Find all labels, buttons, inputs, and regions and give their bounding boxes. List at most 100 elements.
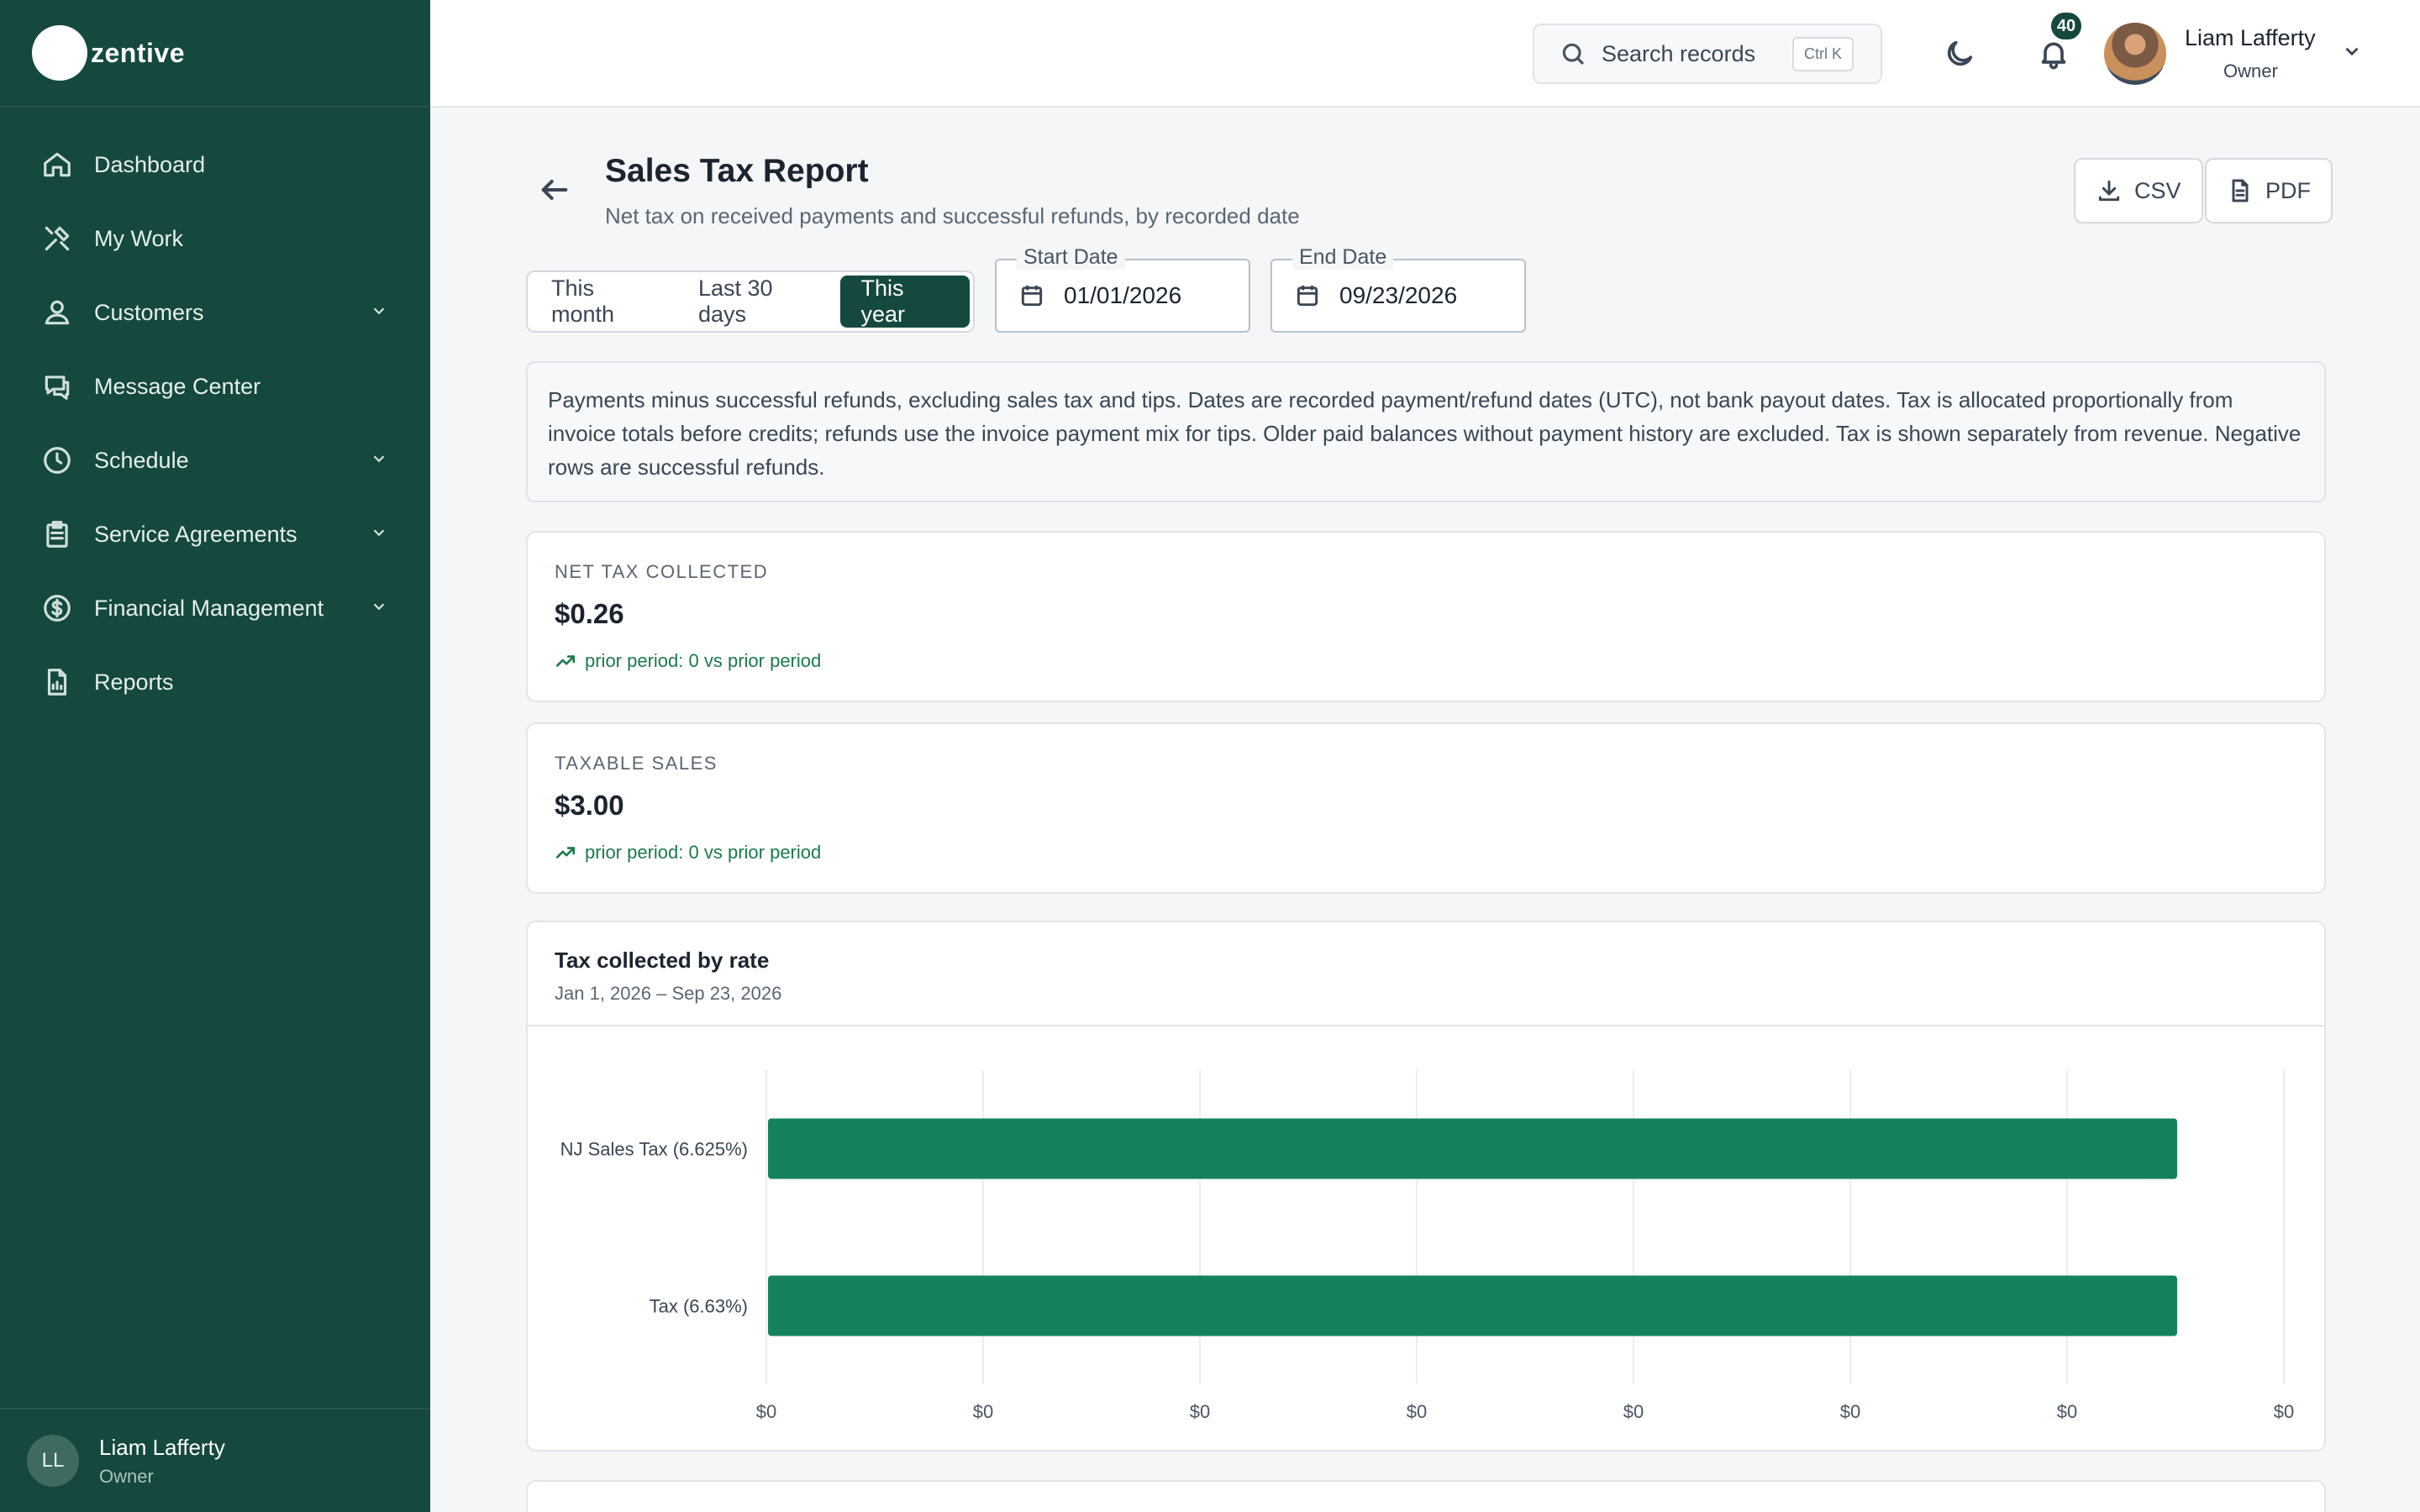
sidebar-item-customers[interactable]: Customers (0, 276, 430, 349)
sidebar-item-schedule[interactable]: Schedule (0, 423, 430, 497)
theme-toggle-button[interactable] (1939, 34, 1980, 74)
header-user-name[interactable]: Liam Lafferty (2185, 25, 2316, 51)
chevron-down-icon (2345, 47, 2359, 56)
x-tick-label: $0 (1407, 1401, 1427, 1422)
sidebar-item-label: Financial Management (94, 595, 324, 621)
sidebar-item-service-agreements[interactable]: Service Agreements (0, 497, 430, 571)
x-tick-label: $0 (1190, 1401, 1210, 1422)
kpi-card-net-tax: NET TAX COLLECTED $0.26 prior period: 0 … (526, 531, 2326, 702)
end-date-label: End Date (1292, 245, 1394, 270)
sidebar: zentive Dashboard My Work Customers Message… (0, 0, 430, 1512)
sidebar-item-label: Service Agreements (94, 521, 297, 547)
chevron-down-icon (370, 522, 388, 548)
trending-up-icon (555, 847, 576, 858)
kpi-delta: prior period: 0 vs prior period (555, 842, 821, 864)
start-date-label: Start Date (1017, 245, 1125, 270)
user-menu-button[interactable] (2341, 40, 2363, 66)
download-icon (2098, 180, 2120, 202)
sidebar-item-label: Customers (94, 299, 204, 325)
chart-title: Tax collected by rate (555, 948, 770, 973)
sidebar-item-reports[interactable]: Reports (0, 645, 430, 719)
pdf-export-button[interactable]: PDF (2205, 158, 2333, 223)
avatar[interactable] (2104, 23, 2166, 85)
bar (768, 1118, 2177, 1179)
home-icon (40, 148, 74, 181)
tools-icon (40, 222, 74, 255)
trending-up-icon (555, 655, 576, 667)
start-date-field[interactable]: Start Date 01/01/2026 (995, 245, 1250, 333)
x-tick-label: $0 (1623, 1401, 1644, 1422)
category-label: Tax (6.63%) (650, 1296, 748, 1317)
search-shortcut: Ctrl K (1792, 36, 1854, 71)
kpi-label: NET TAX COLLECTED (555, 561, 769, 582)
sidebar-item-label: Message Center (94, 373, 261, 399)
top-bar: Search records Ctrl K 40 Liam Lafferty O… (430, 0, 2420, 108)
kpi-card-taxable-sales: TAXABLE SALES $3.00 prior period: 0 vs p… (526, 722, 2326, 894)
next-card (526, 1480, 2326, 1512)
search-placeholder: Search records (1602, 40, 1756, 66)
page-subtitle: Net tax on received payments and success… (605, 203, 1300, 228)
search-input[interactable]: Search records Ctrl K (1533, 24, 1882, 84)
chevron-down-icon (370, 596, 388, 622)
end-date-field[interactable]: End Date 09/23/2026 (1270, 245, 1526, 333)
kpi-label: TAXABLE SALES (555, 753, 718, 774)
dollar-circle-icon (40, 591, 74, 625)
brand-name: zentive (91, 37, 185, 68)
end-date-value: 09/23/2026 (1339, 282, 1458, 308)
report-icon (40, 665, 74, 699)
range-this-month[interactable]: This month (531, 276, 678, 328)
pdf-label: PDF (2265, 177, 2311, 203)
logo-mark-icon (32, 25, 87, 81)
x-tick-label: $0 (2057, 1401, 2077, 1422)
avatar: LL (27, 1435, 79, 1487)
calendar-icon (1021, 286, 1043, 307)
sidebar-item-label: Dashboard (94, 151, 206, 177)
sidebar-user-name: Liam Lafferty (99, 1434, 225, 1460)
x-tick-label: $0 (2274, 1401, 2294, 1422)
chevron-down-icon (370, 448, 388, 474)
chat-icon (40, 370, 74, 403)
start-date-value: 01/01/2026 (1064, 282, 1182, 308)
notification-badge: 40 (2049, 10, 2084, 42)
bell-icon (2041, 42, 2066, 70)
sidebar-item-message-center[interactable]: Message Center (0, 349, 430, 423)
calendar-icon (1297, 286, 1318, 307)
moon-icon (1947, 40, 1973, 66)
csv-label: CSV (2134, 177, 2181, 203)
clock-icon (40, 444, 74, 477)
sidebar-user[interactable]: LL Liam Lafferty Owner (0, 1408, 430, 1512)
users-icon (40, 296, 74, 329)
header-user-role: Owner (2223, 60, 2278, 81)
report-note: Payments minus successful refunds, exclu… (526, 361, 2326, 502)
x-tick-label: $0 (756, 1401, 776, 1422)
page-title: Sales Tax Report (605, 153, 869, 189)
document-icon (2232, 179, 2249, 202)
date-range-selector: This month Last 30 days This year (526, 270, 975, 333)
sidebar-item-label: My Work (94, 225, 183, 251)
chevron-down-icon (370, 300, 388, 326)
arrow-left-icon (541, 180, 568, 200)
tax-rate-bar-chart: $0 $0 $0 $0 $0 $0 $0 $0 NJ Sales Tax (6.625%) Tax… (560, 1070, 2294, 1422)
kpi-delta-text: prior period: 0 vs prior period (585, 842, 822, 863)
category-label: NJ Sales Tax (6.625%) (560, 1139, 748, 1160)
search-icon (1562, 43, 1585, 66)
kpi-value: $0.26 (555, 598, 624, 629)
chart-card: Tax collected by rate Jan 1, 2026 – Sep … (526, 921, 2326, 1452)
kpi-delta-text: prior period: 0 vs prior period (585, 650, 822, 671)
x-tick-label: $0 (1840, 1401, 1860, 1422)
sidebar-item-label: Reports (94, 669, 174, 695)
brand-logo[interactable]: zentive (0, 0, 430, 108)
clipboard-icon (40, 517, 74, 551)
sidebar-user-role: Owner (99, 1465, 154, 1487)
range-this-year[interactable]: This year (840, 276, 970, 328)
back-button[interactable] (538, 173, 571, 211)
kpi-delta: prior period: 0 vs prior period (555, 650, 821, 672)
bar (768, 1275, 2177, 1336)
sidebar-item-dashboard[interactable]: Dashboard (0, 128, 430, 202)
sidebar-item-my-work[interactable]: My Work (0, 202, 430, 276)
kpi-value: $3.00 (555, 790, 624, 821)
range-last-30-days[interactable]: Last 30 days (678, 276, 841, 328)
sidebar-item-financial-management[interactable]: Financial Management (0, 571, 430, 645)
chart-subtitle: Jan 1, 2026 – Sep 23, 2026 (555, 983, 782, 1004)
csv-export-button[interactable]: CSV (2074, 158, 2203, 223)
